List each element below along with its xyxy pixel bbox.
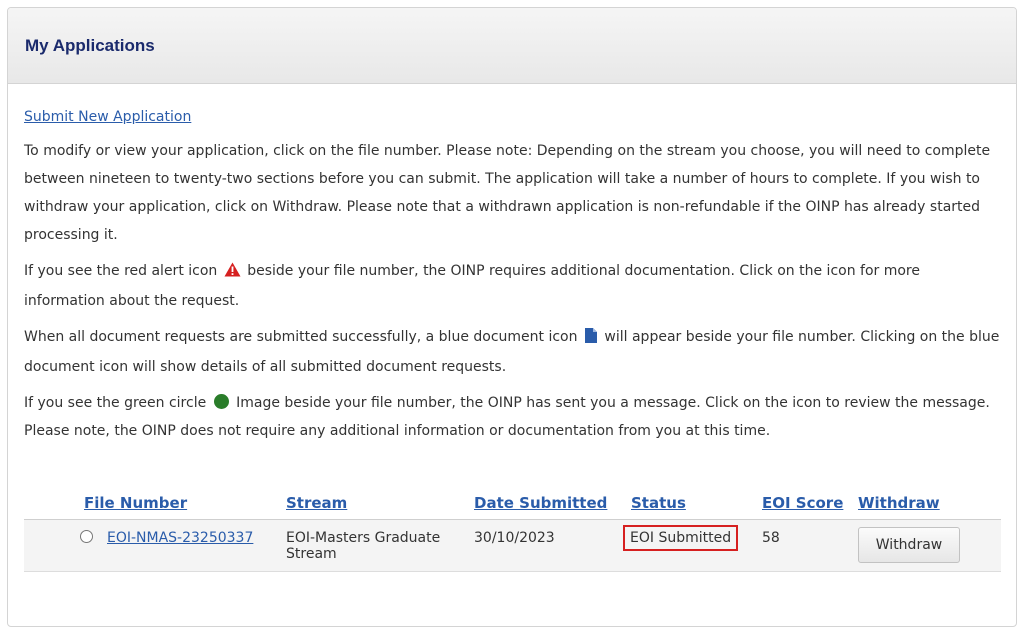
- panel-body: Submit New Application To modify or view…: [8, 84, 1016, 445]
- table-header-row: File Number Stream Date Submitted Status…: [24, 494, 1001, 520]
- instructions-paragraph-1: To modify or view your application, clic…: [24, 143, 991, 243]
- column-header-eoi-score[interactable]: EOI Score: [758, 494, 854, 520]
- select-application-radio[interactable]: [80, 530, 93, 543]
- column-header-file-number[interactable]: File Number: [24, 494, 282, 520]
- message-text-before: If you see the green circle: [24, 395, 207, 411]
- instructions-paragraph-3: When all document requests are submitted…: [24, 323, 1000, 381]
- column-header-stream[interactable]: Stream: [282, 494, 470, 520]
- table-row: EOI-NMAS-23250337 EOI-Masters Graduate S…: [24, 519, 1001, 572]
- instructions-paragraph-2: If you see the red alert icon beside you…: [24, 257, 1000, 315]
- eoi-score-cell: 58: [758, 519, 854, 572]
- status-cell: EOI Submitted: [623, 519, 758, 572]
- applications-table: File Number Stream Date Submitted Status…: [24, 494, 1001, 572]
- instructions-paragraph-4: If you see the green circle Image beside…: [24, 389, 1000, 445]
- withdraw-button[interactable]: Withdraw: [858, 527, 960, 563]
- page-title: My Applications: [25, 35, 155, 55]
- submit-new-application-link[interactable]: Submit New Application: [24, 109, 191, 125]
- column-header-withdraw[interactable]: Withdraw: [854, 494, 1001, 520]
- green-circle-icon: [213, 394, 229, 409]
- date-submitted-cell: 30/10/2023: [470, 519, 627, 572]
- panel-header: My Applications: [8, 8, 1016, 84]
- withdraw-cell: Withdraw: [854, 519, 1001, 572]
- stream-cell: EOI-Masters Graduate Stream: [282, 519, 470, 572]
- my-applications-panel: My Applications Submit New Application T…: [7, 7, 1017, 627]
- file-number-link[interactable]: EOI-NMAS-23250337: [107, 530, 253, 546]
- status-badge: EOI Submitted: [623, 525, 739, 551]
- column-header-status[interactable]: Status: [627, 494, 758, 520]
- document-icon: [584, 325, 597, 353]
- alert-text-before: If you see the red alert icon: [24, 263, 218, 279]
- applications-table-wrapper: File Number Stream Date Submitted Status…: [24, 494, 1001, 572]
- column-header-date-submitted[interactable]: Date Submitted: [470, 494, 627, 520]
- document-text-before: When all document requests are submitted…: [24, 329, 578, 345]
- alert-triangle-icon: [224, 259, 241, 287]
- file-number-cell: EOI-NMAS-23250337: [24, 519, 282, 572]
